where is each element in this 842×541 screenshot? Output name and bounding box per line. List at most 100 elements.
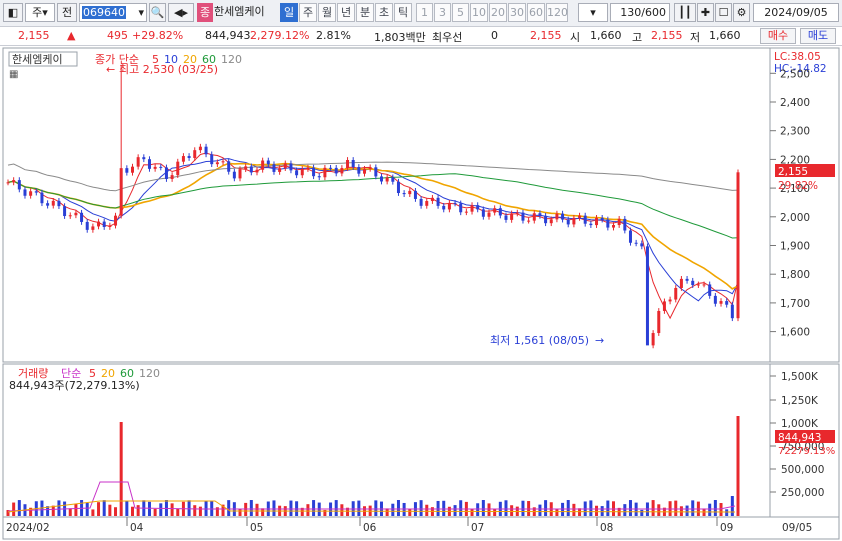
price-change-rate: +29.82% (132, 29, 184, 42)
low-price: 1,660 (709, 29, 741, 42)
volume-bar (713, 500, 717, 516)
volume-bar (510, 505, 514, 516)
interval-button-20[interactable]: 20 (489, 3, 507, 22)
candle-body (521, 212, 525, 221)
date-axis (2, 516, 840, 540)
candle-body (340, 168, 344, 174)
candle-body (685, 278, 689, 281)
checkbox-icon[interactable]: ☐ (715, 3, 732, 22)
volume-bar (391, 503, 395, 516)
price-panel-name: 한세엠케이 (12, 53, 63, 66)
candle-body (578, 215, 582, 218)
interval-button-10[interactable]: 10 (470, 3, 488, 22)
candle-body (470, 205, 474, 212)
price-panel (2, 47, 771, 363)
candle-body (419, 198, 423, 206)
period-button-4[interactable]: 분 (356, 3, 374, 22)
low-label: 저 (690, 31, 701, 44)
date-input[interactable]: 2024/09/05 (753, 3, 839, 22)
volume-bar (306, 504, 310, 516)
interval-button-120[interactable]: 120 (546, 3, 568, 22)
grid-icon[interactable]: ▦ (9, 69, 18, 80)
bar-count-input[interactable]: 130/600 (610, 3, 670, 22)
candle-body (34, 191, 38, 193)
stock-name-tag: 종 (197, 3, 213, 22)
candle-body (600, 217, 604, 220)
high-price: 2,155 (651, 29, 683, 42)
candle-body (572, 217, 576, 225)
volume-bar (91, 509, 95, 516)
volume-bar (674, 500, 678, 516)
period-button-5[interactable]: 초 (375, 3, 393, 22)
candle-body (402, 193, 406, 195)
interval-button-1[interactable]: 1 (416, 3, 433, 22)
price-axis-tick: 2,400 (780, 97, 810, 109)
candle-body (713, 295, 717, 304)
candle-body (249, 166, 253, 173)
buy-button[interactable]: 매수 (760, 28, 796, 44)
period-button-1[interactable]: 주 (299, 3, 317, 22)
volume-bar (187, 500, 191, 516)
volume: 844,943 (205, 29, 251, 42)
market-prefix[interactable]: 전 (57, 3, 77, 22)
candle-body (63, 206, 67, 217)
volume-bar (130, 506, 134, 516)
candle-body (164, 167, 168, 179)
candle-body (606, 219, 610, 228)
volume-bar (566, 500, 570, 516)
sell-button[interactable]: 매도 (800, 28, 836, 44)
candle-body (719, 301, 723, 304)
candle-body (210, 154, 214, 165)
price-axis-tick: 2,300 (780, 126, 810, 138)
candle-body (57, 200, 61, 207)
period-button-6[interactable]: 틱 (394, 3, 412, 22)
candle-body (119, 168, 123, 216)
volume-bar (340, 504, 344, 516)
open-price: 1,660 (590, 29, 622, 42)
interval-select[interactable]: ▾ (578, 3, 608, 22)
volume-bar (114, 507, 118, 516)
gear-icon[interactable]: ⚙ (733, 3, 750, 22)
max-annotation: 최고 2,530 (03/25) (119, 63, 218, 76)
period-button-0[interactable]: 일 (280, 3, 298, 22)
period-button-3[interactable]: 년 (337, 3, 355, 22)
chevron-down-icon[interactable]: ▾ (138, 4, 144, 21)
interval-button-30[interactable]: 30 (508, 3, 526, 22)
volume-bar (176, 508, 180, 516)
candle-body (730, 304, 734, 319)
search-icon[interactable]: 🔍 (149, 3, 166, 22)
volume-bar (255, 503, 259, 516)
candle-body (181, 156, 185, 162)
interval-button-60[interactable]: 60 (527, 3, 545, 22)
period-button-2[interactable]: 월 (318, 3, 336, 22)
crosshair-icon[interactable]: ✚ (697, 3, 714, 22)
candle-body (125, 168, 129, 173)
candle-body (46, 203, 50, 206)
pref-value: 0 (491, 29, 498, 42)
current-price-tag: 2,155 (778, 166, 808, 178)
interval-button-5[interactable]: 5 (452, 3, 469, 22)
stock-chart[interactable]: 한세엠케이 종가 단순 5 10 20 60 120 ▦ LC:38.05 HC:-14… (0, 46, 842, 541)
volume-bar (442, 500, 446, 516)
candle-body (153, 166, 157, 169)
candle-body (374, 167, 378, 177)
candle-body (215, 162, 219, 165)
candle-body (283, 163, 287, 169)
volume-bar (481, 500, 485, 516)
interval-button-3[interactable]: 3 (434, 3, 451, 22)
candle-body (130, 166, 134, 173)
volume-bar (640, 509, 644, 516)
candle-body (300, 168, 304, 176)
volume-bar (470, 508, 474, 516)
speaker-icon[interactable]: ◀▸ (168, 3, 194, 22)
volume-bar (136, 505, 140, 516)
chart-menu-icon[interactable]: ◧ (3, 3, 23, 22)
volume-bar (606, 500, 610, 516)
candle-body (651, 333, 655, 346)
pref-label: 최우선 (432, 31, 463, 44)
candle-type-icon[interactable]: ┃┃ (674, 3, 696, 22)
stock-code-value: 069640 (82, 6, 126, 19)
market-select[interactable]: 주▾ (25, 3, 55, 22)
stock-code-input[interactable]: 069640 ▾ (79, 3, 147, 22)
volume-bar (198, 506, 202, 516)
